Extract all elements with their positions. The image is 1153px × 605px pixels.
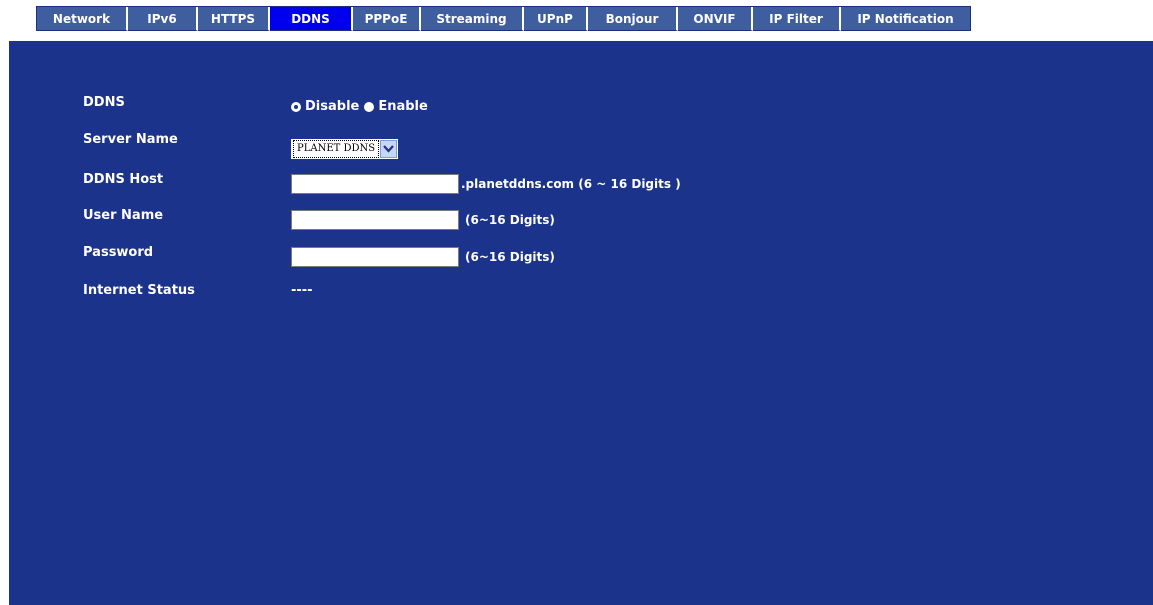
password-label: Password bbox=[83, 245, 154, 260]
tab-https[interactable]: HTTPS bbox=[198, 7, 270, 31]
internet-status-label: Internet Status bbox=[83, 283, 195, 298]
ddns-host-control: .planetddns.com (6 ~ 16 Digits ) bbox=[291, 174, 681, 194]
password-control: (6~16 Digits) bbox=[291, 247, 555, 267]
user-name-hint: (6~16 Digits) bbox=[465, 213, 555, 227]
tab-onvif[interactable]: ONVIF bbox=[678, 7, 753, 31]
tab-network[interactable]: Network bbox=[37, 7, 128, 31]
tab-streaming[interactable]: Streaming bbox=[421, 7, 524, 31]
settings-tab-bar: Network IPv6 HTTPS DDNS PPPoE Streaming … bbox=[36, 6, 971, 31]
ddns-host-hint: .planetddns.com (6 ~ 16 Digits ) bbox=[461, 177, 681, 191]
ddns-radio-group: Disable Enable bbox=[291, 99, 433, 114]
tab-ip-filter[interactable]: IP Filter bbox=[753, 7, 841, 31]
server-name-dropdown[interactable]: PLANET DDNS bbox=[291, 139, 399, 159]
ddns-host-input[interactable] bbox=[291, 174, 459, 194]
user-name-label: User Name bbox=[83, 208, 164, 223]
server-name-select[interactable]: PLANET DDNS bbox=[291, 139, 399, 159]
internet-status-value: ---- bbox=[291, 283, 313, 298]
ddns-settings-panel: DDNS Disable Enable Server Name PLANET D… bbox=[9, 36, 1153, 605]
ddns-disable-label[interactable]: Disable bbox=[305, 99, 359, 114]
tab-ipv6[interactable]: IPv6 bbox=[128, 7, 198, 31]
ddns-enable-label[interactable]: Enable bbox=[378, 99, 428, 114]
user-name-control: (6~16 Digits) bbox=[291, 210, 555, 230]
password-input[interactable] bbox=[291, 247, 459, 267]
ddns-host-label: DDNS Host bbox=[83, 172, 164, 187]
server-name-value: PLANET DDNS bbox=[293, 140, 380, 158]
chevron-down-icon[interactable] bbox=[380, 140, 398, 158]
tab-pppoe[interactable]: PPPoE bbox=[353, 7, 421, 31]
ddns-enable-radio[interactable] bbox=[364, 101, 375, 112]
ddns-disable-radio[interactable] bbox=[291, 101, 301, 112]
tab-upnp[interactable]: UPnP bbox=[524, 7, 588, 31]
internet-status-control: ---- bbox=[291, 282, 313, 300]
tab-ip-notification[interactable]: IP Notification bbox=[841, 7, 971, 31]
tab-bonjour[interactable]: Bonjour bbox=[588, 7, 678, 31]
tab-ddns[interactable]: DDNS bbox=[270, 7, 353, 31]
user-name-input[interactable] bbox=[291, 210, 459, 230]
server-name-label: Server Name bbox=[83, 132, 178, 147]
password-hint: (6~16 Digits) bbox=[465, 250, 555, 264]
ddns-label: DDNS bbox=[83, 95, 125, 110]
